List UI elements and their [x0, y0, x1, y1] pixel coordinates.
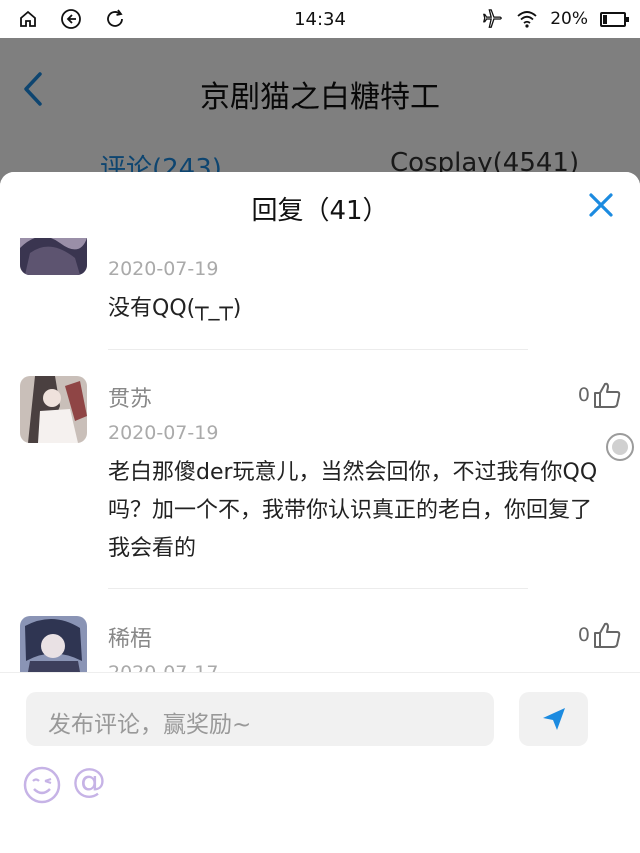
comment-composer: 发布评论，赢奖励~ @	[0, 672, 640, 853]
send-icon	[542, 708, 565, 730]
sheet-title: 回复（41）	[251, 196, 389, 226]
reply-sheet: 回复（41） 2020-07-19 没有QQ(┬_┬) 贯苏 0 2020-07…	[0, 172, 640, 853]
comment-text: 老白那傻der玩意儿，当然会回你，不过我有你QQ吗？加一个不，我带你认识真正的老…	[108, 460, 598, 561]
mention-icon[interactable]: @	[72, 761, 106, 801]
emoji-icon[interactable]	[22, 765, 62, 805]
battery-percent: 20%	[550, 9, 588, 29]
comment-input[interactable]: 发布评论，赢奖励~	[26, 692, 494, 746]
comment-text: 没有QQ(┬_┬)	[108, 296, 242, 321]
avatar[interactable]	[20, 616, 87, 672]
battery-icon	[600, 11, 629, 27]
like-count: 0	[577, 384, 590, 406]
sheet-header: 回复（41）	[0, 172, 640, 238]
reply-list[interactable]: 2020-07-19 没有QQ(┬_┬) 贯苏 0 2020-07-19 老白那…	[0, 238, 640, 672]
scroll-handle[interactable]	[606, 433, 634, 461]
wifi-icon	[517, 11, 537, 28]
comment-date: 2020-07-19	[108, 258, 219, 280]
status-indicators: 20%	[482, 8, 629, 30]
avatar[interactable]	[20, 238, 87, 275]
divider	[108, 349, 528, 350]
comment-date: 2020-07-19	[108, 422, 219, 444]
status-bar: 14:34 20%	[0, 0, 640, 38]
avatar[interactable]	[20, 376, 87, 443]
thumbs-up-icon[interactable]	[592, 620, 622, 650]
like-count: 0	[577, 624, 590, 646]
thumbs-up-icon[interactable]	[592, 380, 622, 410]
comment-username[interactable]: 稀梧	[108, 621, 152, 653]
send-button[interactable]	[519, 692, 588, 746]
airplane-icon	[483, 9, 503, 28]
divider	[108, 588, 528, 589]
comment-username[interactable]: 贯苏	[108, 381, 152, 413]
close-icon[interactable]	[586, 190, 616, 220]
comment-date: 2020-07-17	[108, 662, 218, 672]
